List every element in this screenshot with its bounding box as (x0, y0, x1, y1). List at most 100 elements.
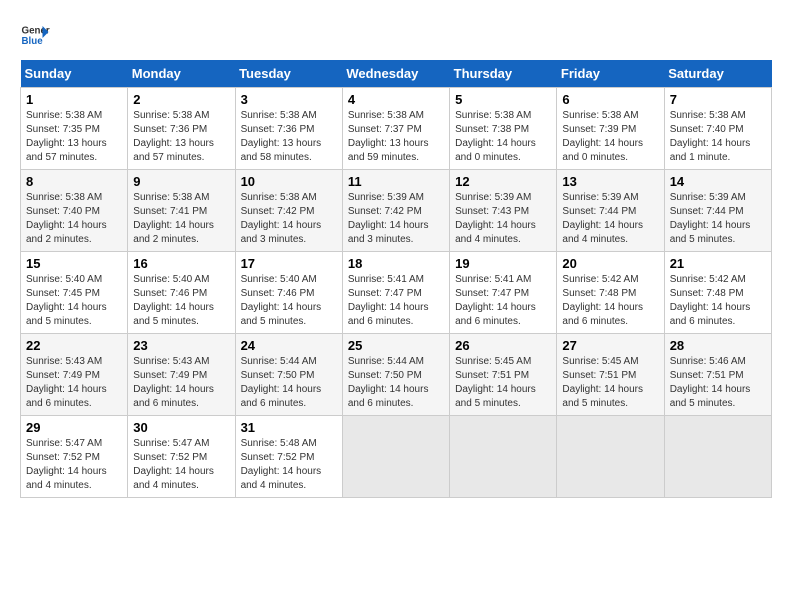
day-info: Sunrise: 5:39 AMSunset: 7:42 PMDaylight:… (348, 192, 429, 245)
calendar-cell (450, 416, 557, 498)
day-number: 20 (562, 256, 658, 271)
calendar-week-1: 1 Sunrise: 5:38 AMSunset: 7:35 PMDayligh… (21, 88, 772, 170)
day-info: Sunrise: 5:40 AMSunset: 7:46 PMDaylight:… (133, 274, 214, 327)
calendar-cell: 6 Sunrise: 5:38 AMSunset: 7:39 PMDayligh… (557, 88, 664, 170)
day-number: 14 (670, 174, 766, 189)
day-info: Sunrise: 5:40 AMSunset: 7:46 PMDaylight:… (241, 274, 322, 327)
day-info: Sunrise: 5:41 AMSunset: 7:47 PMDaylight:… (348, 274, 429, 327)
day-info: Sunrise: 5:44 AMSunset: 7:50 PMDaylight:… (241, 356, 322, 409)
calendar-cell: 11 Sunrise: 5:39 AMSunset: 7:42 PMDaylig… (342, 170, 449, 252)
day-number: 4 (348, 92, 444, 107)
calendar-cell: 8 Sunrise: 5:38 AMSunset: 7:40 PMDayligh… (21, 170, 128, 252)
calendar-cell: 3 Sunrise: 5:38 AMSunset: 7:36 PMDayligh… (235, 88, 342, 170)
calendar-cell: 18 Sunrise: 5:41 AMSunset: 7:47 PMDaylig… (342, 252, 449, 334)
weekday-header: SundayMondayTuesdayWednesdayThursdayFrid… (21, 60, 772, 88)
day-number: 30 (133, 420, 229, 435)
day-number: 18 (348, 256, 444, 271)
day-number: 21 (670, 256, 766, 271)
calendar-cell: 15 Sunrise: 5:40 AMSunset: 7:45 PMDaylig… (21, 252, 128, 334)
calendar-cell: 9 Sunrise: 5:38 AMSunset: 7:41 PMDayligh… (128, 170, 235, 252)
weekday-header-saturday: Saturday (664, 60, 771, 88)
calendar-cell: 28 Sunrise: 5:46 AMSunset: 7:51 PMDaylig… (664, 334, 771, 416)
day-info: Sunrise: 5:38 AMSunset: 7:38 PMDaylight:… (455, 110, 536, 163)
calendar-cell: 7 Sunrise: 5:38 AMSunset: 7:40 PMDayligh… (664, 88, 771, 170)
day-number: 6 (562, 92, 658, 107)
day-info: Sunrise: 5:38 AMSunset: 7:41 PMDaylight:… (133, 192, 214, 245)
calendar-cell: 21 Sunrise: 5:42 AMSunset: 7:48 PMDaylig… (664, 252, 771, 334)
day-number: 7 (670, 92, 766, 107)
day-number: 9 (133, 174, 229, 189)
day-number: 23 (133, 338, 229, 353)
day-number: 2 (133, 92, 229, 107)
calendar-cell: 2 Sunrise: 5:38 AMSunset: 7:36 PMDayligh… (128, 88, 235, 170)
day-info: Sunrise: 5:46 AMSunset: 7:51 PMDaylight:… (670, 356, 751, 409)
calendar-cell: 13 Sunrise: 5:39 AMSunset: 7:44 PMDaylig… (557, 170, 664, 252)
calendar-week-4: 22 Sunrise: 5:43 AMSunset: 7:49 PMDaylig… (21, 334, 772, 416)
day-number: 15 (26, 256, 122, 271)
calendar-cell (557, 416, 664, 498)
day-info: Sunrise: 5:38 AMSunset: 7:42 PMDaylight:… (241, 192, 322, 245)
logo: General Blue (20, 20, 54, 50)
day-number: 16 (133, 256, 229, 271)
calendar-cell: 4 Sunrise: 5:38 AMSunset: 7:37 PMDayligh… (342, 88, 449, 170)
weekday-header-monday: Monday (128, 60, 235, 88)
logo-icon: General Blue (20, 20, 50, 50)
day-number: 31 (241, 420, 337, 435)
day-info: Sunrise: 5:38 AMSunset: 7:39 PMDaylight:… (562, 110, 643, 163)
day-info: Sunrise: 5:45 AMSunset: 7:51 PMDaylight:… (455, 356, 536, 409)
calendar-cell: 1 Sunrise: 5:38 AMSunset: 7:35 PMDayligh… (21, 88, 128, 170)
day-info: Sunrise: 5:42 AMSunset: 7:48 PMDaylight:… (670, 274, 751, 327)
calendar-cell (342, 416, 449, 498)
calendar-cell: 16 Sunrise: 5:40 AMSunset: 7:46 PMDaylig… (128, 252, 235, 334)
day-info: Sunrise: 5:47 AMSunset: 7:52 PMDaylight:… (133, 438, 214, 491)
day-number: 28 (670, 338, 766, 353)
day-number: 19 (455, 256, 551, 271)
calendar-cell: 10 Sunrise: 5:38 AMSunset: 7:42 PMDaylig… (235, 170, 342, 252)
calendar-cell: 26 Sunrise: 5:45 AMSunset: 7:51 PMDaylig… (450, 334, 557, 416)
calendar-cell (664, 416, 771, 498)
calendar-body: 1 Sunrise: 5:38 AMSunset: 7:35 PMDayligh… (21, 88, 772, 498)
calendar-cell: 27 Sunrise: 5:45 AMSunset: 7:51 PMDaylig… (557, 334, 664, 416)
day-info: Sunrise: 5:38 AMSunset: 7:40 PMDaylight:… (670, 110, 751, 163)
calendar-cell: 17 Sunrise: 5:40 AMSunset: 7:46 PMDaylig… (235, 252, 342, 334)
calendar-week-5: 29 Sunrise: 5:47 AMSunset: 7:52 PMDaylig… (21, 416, 772, 498)
day-info: Sunrise: 5:48 AMSunset: 7:52 PMDaylight:… (241, 438, 322, 491)
calendar-week-3: 15 Sunrise: 5:40 AMSunset: 7:45 PMDaylig… (21, 252, 772, 334)
day-info: Sunrise: 5:38 AMSunset: 7:36 PMDaylight:… (241, 110, 322, 163)
day-number: 24 (241, 338, 337, 353)
day-info: Sunrise: 5:38 AMSunset: 7:37 PMDaylight:… (348, 110, 429, 163)
day-number: 3 (241, 92, 337, 107)
day-info: Sunrise: 5:43 AMSunset: 7:49 PMDaylight:… (26, 356, 107, 409)
day-info: Sunrise: 5:39 AMSunset: 7:44 PMDaylight:… (670, 192, 751, 245)
calendar-cell: 14 Sunrise: 5:39 AMSunset: 7:44 PMDaylig… (664, 170, 771, 252)
weekday-header-sunday: Sunday (21, 60, 128, 88)
day-number: 12 (455, 174, 551, 189)
calendar-table: SundayMondayTuesdayWednesdayThursdayFrid… (20, 60, 772, 498)
calendar-cell: 29 Sunrise: 5:47 AMSunset: 7:52 PMDaylig… (21, 416, 128, 498)
day-info: Sunrise: 5:44 AMSunset: 7:50 PMDaylight:… (348, 356, 429, 409)
day-number: 26 (455, 338, 551, 353)
day-number: 11 (348, 174, 444, 189)
day-info: Sunrise: 5:39 AMSunset: 7:44 PMDaylight:… (562, 192, 643, 245)
day-number: 10 (241, 174, 337, 189)
day-number: 25 (348, 338, 444, 353)
calendar-cell: 30 Sunrise: 5:47 AMSunset: 7:52 PMDaylig… (128, 416, 235, 498)
svg-text:Blue: Blue (22, 36, 44, 47)
weekday-header-thursday: Thursday (450, 60, 557, 88)
day-number: 1 (26, 92, 122, 107)
day-number: 29 (26, 420, 122, 435)
day-number: 13 (562, 174, 658, 189)
day-number: 8 (26, 174, 122, 189)
calendar-cell: 22 Sunrise: 5:43 AMSunset: 7:49 PMDaylig… (21, 334, 128, 416)
weekday-header-tuesday: Tuesday (235, 60, 342, 88)
day-info: Sunrise: 5:40 AMSunset: 7:45 PMDaylight:… (26, 274, 107, 327)
day-info: Sunrise: 5:45 AMSunset: 7:51 PMDaylight:… (562, 356, 643, 409)
calendar-week-2: 8 Sunrise: 5:38 AMSunset: 7:40 PMDayligh… (21, 170, 772, 252)
weekday-header-friday: Friday (557, 60, 664, 88)
day-number: 27 (562, 338, 658, 353)
day-number: 17 (241, 256, 337, 271)
day-info: Sunrise: 5:38 AMSunset: 7:40 PMDaylight:… (26, 192, 107, 245)
header: General Blue (20, 20, 772, 50)
day-info: Sunrise: 5:38 AMSunset: 7:36 PMDaylight:… (133, 110, 214, 163)
day-info: Sunrise: 5:39 AMSunset: 7:43 PMDaylight:… (455, 192, 536, 245)
